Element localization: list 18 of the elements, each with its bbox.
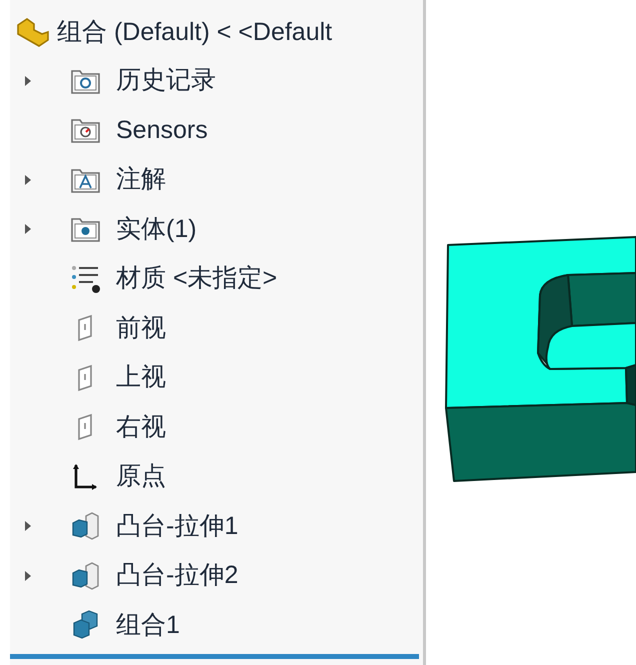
tree-item-label[interactable]: 凸台-拉伸2 <box>116 557 238 594</box>
tree-item-label[interactable]: 材质 <未指定> <box>116 260 278 298</box>
expand-arrow-icon[interactable] <box>24 223 32 236</box>
tree-root-label[interactable]: 组合 (Default) < <Default <box>57 14 332 52</box>
expand-arrow-icon[interactable] <box>24 174 32 186</box>
tree-item-label[interactable]: 实体(1) <box>116 210 197 248</box>
tree-item-label[interactable]: 前视 <box>116 310 166 347</box>
expand-arrow-icon[interactable] <box>24 74 32 87</box>
tree-item-label[interactable]: 组合1 <box>116 606 180 644</box>
expand-arrow-icon[interactable] <box>24 520 32 532</box>
tree-item-label[interactable]: 历史记录 <box>116 62 216 100</box>
tree-item-label[interactable]: Sensors <box>116 112 208 149</box>
expand-arrow-icon[interactable] <box>24 570 32 582</box>
tree-item-label[interactable]: 上视 <box>116 359 166 396</box>
tree-item-label[interactable]: 原点 <box>116 458 166 496</box>
tree-item-label[interactable]: 右视 <box>116 408 166 446</box>
tree-item-label[interactable]: 凸台-拉伸1 <box>116 508 238 545</box>
tree-item-label[interactable]: 注解 <box>116 161 166 198</box>
